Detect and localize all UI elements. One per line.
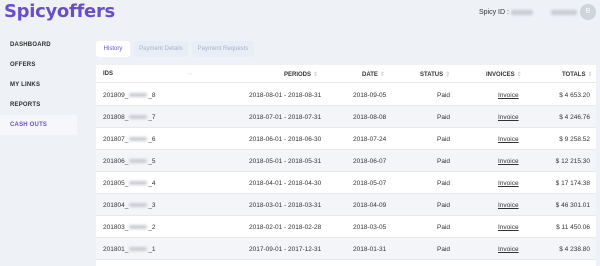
row-id: 201803_ _2 <box>103 224 156 231</box>
row-period: 2018-06-01 - 2018-06-30 <box>249 136 322 143</box>
table-row: 201803_ _2 2018-02-01 - 2018-02-28 2018-0… <box>96 216 596 238</box>
sidebar-item-offers[interactable]: OFFERS <box>0 55 77 75</box>
sidebar-item-my-links[interactable]: MY LINKS <box>0 75 77 95</box>
table-row: 201805_ _4 2018-04-01 - 2018-04-30 2018-0… <box>96 172 596 194</box>
row-total: $ 17 174.38 <box>555 180 590 187</box>
id-redacted <box>129 115 148 120</box>
table-row: 201804_ _3 2018-03-01 - 2018-03-31 2018-0… <box>96 194 596 216</box>
column-header-periods[interactable]: PERIODS ⇕ <box>284 71 318 78</box>
row-status: Paid <box>437 246 451 253</box>
row-status: Paid <box>437 158 451 165</box>
invoice-link[interactable]: Invoice <box>498 136 519 143</box>
row-period: 2018-02-01 - 2018-02-28 <box>249 224 322 231</box>
row-date: 2018-04-09 <box>353 202 387 209</box>
invoice-link[interactable]: Invoice <box>498 246 519 253</box>
table-row: 201807_ _6 2018-06-01 - 2018-06-30 2018-0… <box>96 128 596 150</box>
invoice-link[interactable]: Invoice <box>498 92 519 99</box>
sort-icon: ⇕ <box>516 72 522 78</box>
row-total: $ 4 246.76 <box>559 114 590 121</box>
row-period: 2018-04-01 - 2018-04-30 <box>249 180 322 187</box>
row-id: 201808_ _7 <box>103 114 156 121</box>
avatar[interactable]: B <box>580 4 596 20</box>
column-header-totals[interactable]: TOTALS ⇕ <box>562 71 592 78</box>
row-date: 2018-03-05 <box>353 224 387 231</box>
sidebar-item-reports[interactable]: REPORTS <box>0 95 77 115</box>
row-total: $ 4 653.20 <box>559 92 590 99</box>
table-header: IDS ⌵ PERIODS ⇕ DATE ⇕ STATUS ⇕ INVOICES ⇕ T… <box>96 65 596 83</box>
table-row: 201809_ _8 2018-08-01 - 2018-08-31 2018-0… <box>96 84 596 106</box>
row-status: Paid <box>437 224 451 231</box>
row-date: 2018-09-05 <box>353 92 387 99</box>
row-status: Paid <box>437 202 451 209</box>
row-id: 201805_ _4 <box>103 180 156 187</box>
row-id: 201804_ _3 <box>103 202 156 209</box>
column-header-date[interactable]: DATE ⇕ <box>362 71 385 78</box>
top-bar: Spicyoffers Spicy ID : B <box>0 0 600 30</box>
id-redacted <box>129 247 148 252</box>
row-date: 2018-05-07 <box>353 180 387 187</box>
id-redacted <box>129 225 148 230</box>
row-status: Paid <box>437 136 451 143</box>
spicy-id: Spicy ID : <box>479 9 533 16</box>
row-date: 2018-07-24 <box>353 136 387 143</box>
column-header-ids[interactable]: IDS <box>103 71 113 77</box>
id-redacted <box>129 181 148 186</box>
invoice-link[interactable]: Invoice <box>498 180 519 187</box>
row-total: $ 9 258.52 <box>559 136 590 143</box>
tab-history[interactable]: History <box>96 41 130 57</box>
invoice-link[interactable]: Invoice <box>498 114 519 121</box>
row-status: Paid <box>437 92 451 99</box>
row-period: 2018-08-01 - 2018-08-31 <box>249 92 322 99</box>
id-redacted <box>129 137 148 142</box>
row-date: 2018-08-08 <box>353 114 387 121</box>
sidebar-item-dashboard[interactable]: DASHBOARD <box>0 35 77 55</box>
username-redacted[interactable] <box>551 10 577 15</box>
tab-payment-details[interactable]: Payment Details <box>134 41 188 57</box>
column-header-status[interactable]: STATUS ⇕ <box>420 71 450 78</box>
row-id: 201801_ _1 <box>103 246 156 253</box>
sort-icon: ⇕ <box>587 72 593 78</box>
column-header-invoices[interactable]: INVOICES ⇕ <box>486 71 522 78</box>
table-row: 201806_ _5 2018-05-01 - 2018-05-31 2018-0… <box>96 150 596 172</box>
row-total: $ 11 450.06 <box>556 224 590 231</box>
row-period: 2018-05-01 - 2018-05-31 <box>249 158 322 165</box>
sort-icon: ⇕ <box>379 72 385 78</box>
invoice-link[interactable]: Invoice <box>498 202 519 209</box>
row-period: 2017-09-01 - 2017-12-31 <box>249 246 322 253</box>
sort-icon: ⇕ <box>313 72 319 78</box>
table-row: 201808_ _7 2018-07-01 - 2018-07-31 2018-0… <box>96 106 596 128</box>
row-id: 201806_ _5 <box>103 158 156 165</box>
tab-payment-requests[interactable]: Payment Requests <box>192 41 254 57</box>
row-date: 2018-06-07 <box>353 158 387 165</box>
row-period: 2018-07-01 - 2018-07-31 <box>249 114 322 121</box>
id-redacted <box>129 93 148 98</box>
id-redacted <box>129 159 148 164</box>
row-total: $ 12 215.30 <box>555 158 590 165</box>
row-id: 201809_ _8 <box>103 92 156 99</box>
spicy-id-label: Spicy ID : <box>479 9 509 16</box>
sidebar-item-cash-outs[interactable]: CASH OUTS <box>0 115 77 135</box>
row-id: 201807_ _6 <box>103 136 156 143</box>
row-total: $ 46 301.01 <box>555 202 590 209</box>
sort-icon[interactable]: ⌵ <box>188 71 193 78</box>
row-status: Paid <box>437 114 451 121</box>
invoice-link[interactable]: Invoice <box>498 224 519 231</box>
row-status: Paid <box>437 180 451 187</box>
table-row: 201801_ _1 2017-09-01 - 2017-12-31 2018-0… <box>96 238 596 260</box>
row-total: $ 4 238.80 <box>559 246 590 253</box>
cashouts-table: IDS ⌵ PERIODS ⇕ DATE ⇕ STATUS ⇕ INVOICES ⇕ T… <box>96 65 596 266</box>
id-redacted <box>129 203 148 208</box>
row-date: 2018-01-31 <box>353 246 387 253</box>
row-period: 2018-03-01 - 2018-03-31 <box>249 202 322 209</box>
invoice-link[interactable]: Invoice <box>498 158 519 165</box>
logo[interactable]: Spicyoffers <box>4 1 115 22</box>
spicy-id-value-redacted <box>510 9 533 15</box>
sort-icon: ⇕ <box>445 72 451 78</box>
